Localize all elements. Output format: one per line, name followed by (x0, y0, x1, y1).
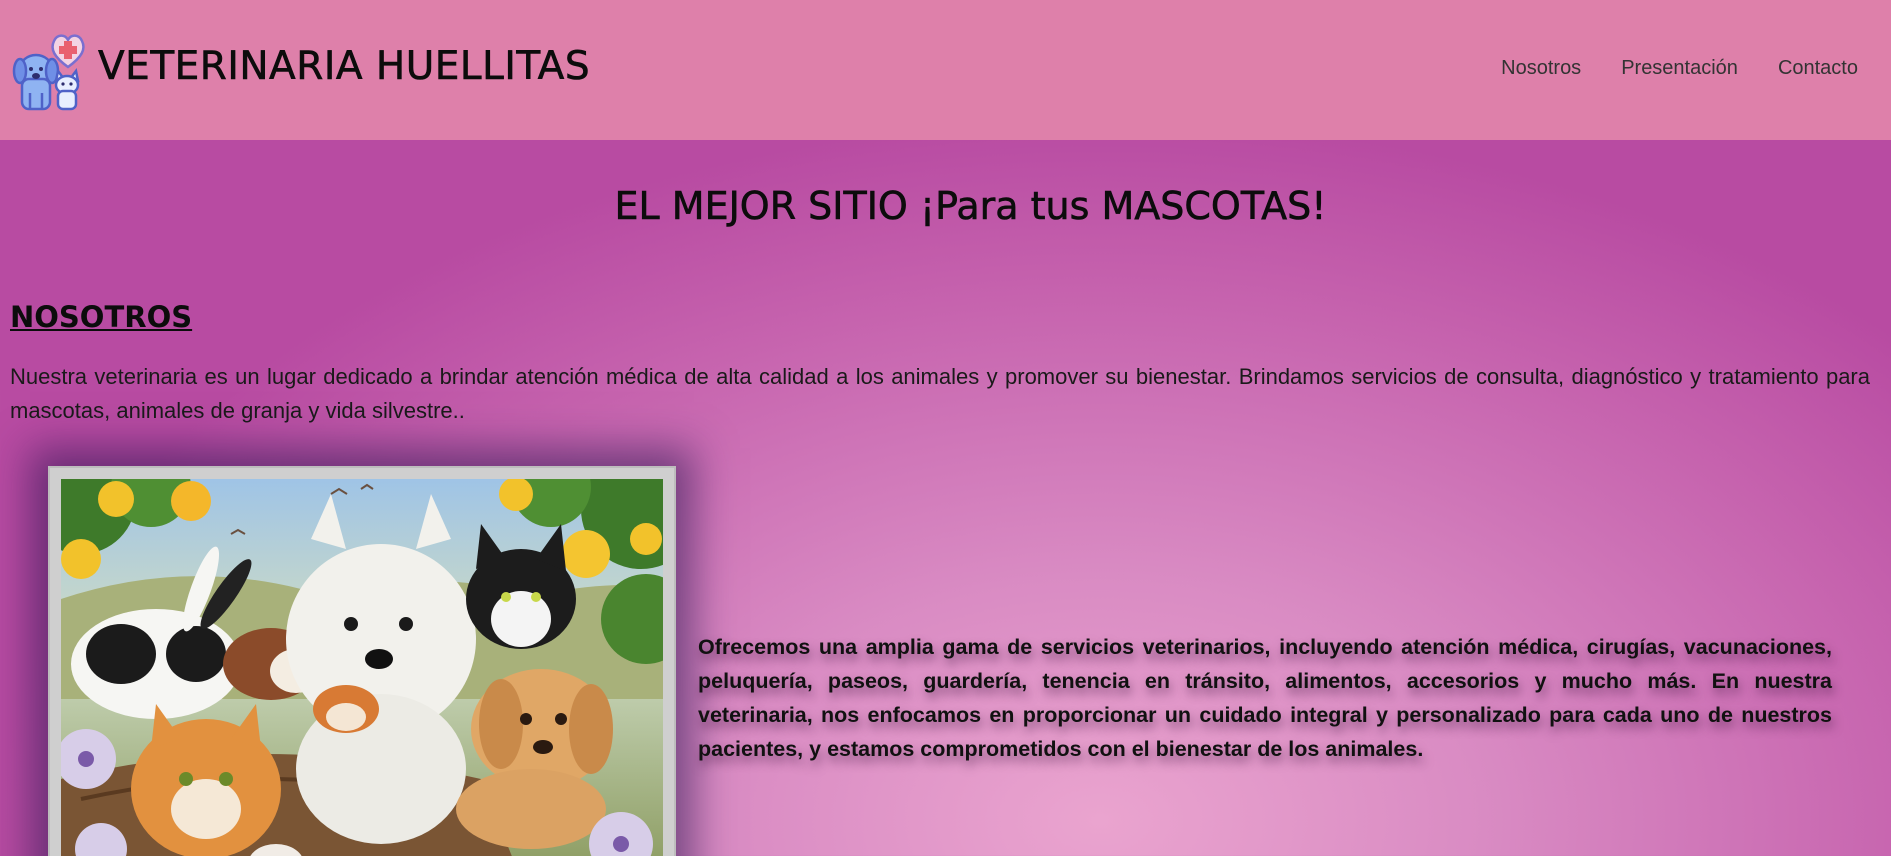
intro-paragraph: Nuestra veterinaria es un lugar dedicado… (10, 364, 1870, 423)
pets-illustration (61, 479, 663, 856)
pets-logo-icon[interactable] (10, 29, 88, 111)
section-title-nosotros: NOSOTROS (10, 300, 193, 334)
nav-link-presentacion[interactable]: Presentación (1621, 57, 1738, 80)
services-paragraph: Ofrecemos una amplia gama de servicios v… (698, 635, 1832, 761)
hero-title: EL MEJOR SITIO ¡Para tus MASCOTAS! (614, 184, 1327, 229)
nav-link-contacto[interactable]: Contacto (1778, 57, 1858, 80)
main-nav: Nosotros Presentación Contacto (1501, 57, 1858, 80)
brand-title: VETERINARIA HUELLITAS (98, 44, 591, 90)
nav-link-nosotros[interactable]: Nosotros (1501, 57, 1581, 80)
site-header: VETERINARIA HUELLITAS Nosotros Presentac… (0, 0, 1891, 140)
pets-photo-frame (48, 466, 676, 856)
